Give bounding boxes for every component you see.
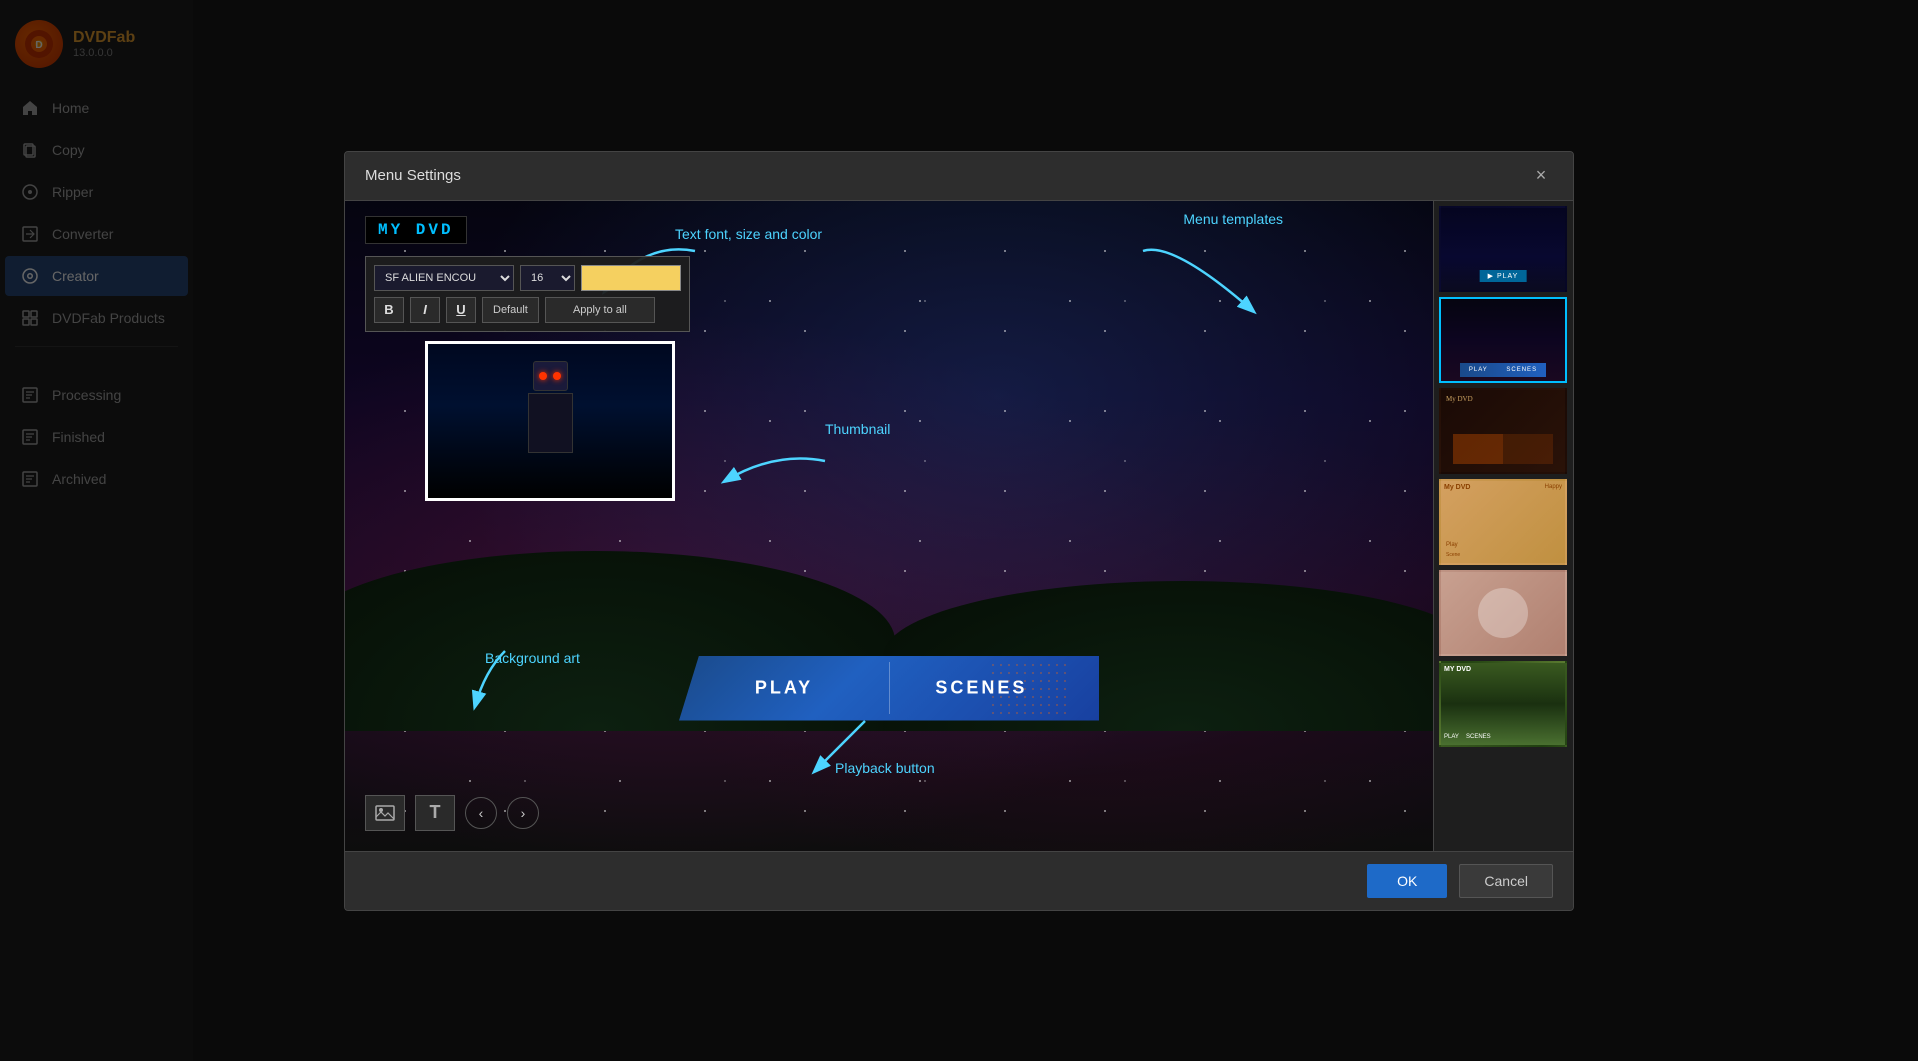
templates-panel: ▶ PLAY PLAY SCENES My DVD (1433, 201, 1573, 851)
underline-button[interactable]: U (446, 297, 476, 323)
play-btn-wrapper: PLAY SCENES (679, 656, 1099, 721)
modal-header: Menu Settings × (345, 152, 1573, 201)
modal-overlay: Menu Settings × MY DVD (0, 0, 1918, 1061)
play-button-label[interactable]: PLAY (755, 678, 813, 699)
font-toolbar: SF ALIEN ENCOU 16 B I U Default Apply to… (365, 256, 690, 332)
canvas-toolbar: T ‹ › (365, 795, 539, 831)
ok-button[interactable]: OK (1367, 864, 1447, 898)
bold-button[interactable]: B (374, 297, 404, 323)
apply-all-button[interactable]: Apply to all (545, 297, 655, 323)
modal-footer: OK Cancel (345, 851, 1573, 910)
italic-button[interactable]: I (410, 297, 440, 323)
robot-figure (510, 361, 590, 481)
next-nav-button[interactable]: › (507, 797, 539, 829)
template-item-2[interactable]: PLAY SCENES (1439, 297, 1567, 383)
prev-nav-button[interactable]: ‹ (465, 797, 497, 829)
template-item-1[interactable]: ▶ PLAY (1439, 206, 1567, 292)
default-button[interactable]: Default (482, 297, 539, 323)
font-row-2: B I U Default Apply to all (374, 297, 681, 323)
play-bar: PLAY SCENES (679, 656, 1099, 721)
robot-body (528, 393, 573, 453)
canvas-area: MY DVD SF ALIEN ENCOU 16 B (345, 201, 1433, 851)
font-size-select[interactable]: 16 (520, 265, 575, 291)
dvd-title-bar: MY DVD (365, 221, 467, 239)
text-toolbar-button[interactable]: T (415, 795, 455, 831)
robot-head (533, 361, 568, 391)
font-select[interactable]: SF ALIEN ENCOU (374, 265, 514, 291)
robot-eye-left (539, 372, 547, 380)
color-picker[interactable] (581, 265, 681, 291)
play-divider (889, 662, 890, 714)
template-item-4[interactable]: My DVD Happy Play Scene (1439, 479, 1567, 565)
font-row-1: SF ALIEN ENCOU 16 (374, 265, 681, 291)
cancel-button[interactable]: Cancel (1459, 864, 1553, 898)
menu-settings-modal: Menu Settings × MY DVD (344, 151, 1574, 911)
image-toolbar-button[interactable] (365, 795, 405, 831)
modal-body: MY DVD SF ALIEN ENCOU 16 B (345, 201, 1573, 851)
thumbnail-box (425, 341, 675, 501)
dvd-title-text: MY DVD (365, 216, 467, 244)
thumbnail-content (428, 344, 672, 498)
template-item-3[interactable]: My DVD (1439, 388, 1567, 474)
modal-title: Menu Settings (365, 167, 461, 184)
template-item-6[interactable]: MY DVD PLAY SCENES (1439, 661, 1567, 747)
modal-close-button[interactable]: × (1529, 164, 1553, 188)
template-item-5[interactable] (1439, 570, 1567, 656)
robot-eye-right (553, 372, 561, 380)
scenes-button-label[interactable]: SCENES (935, 678, 1027, 699)
